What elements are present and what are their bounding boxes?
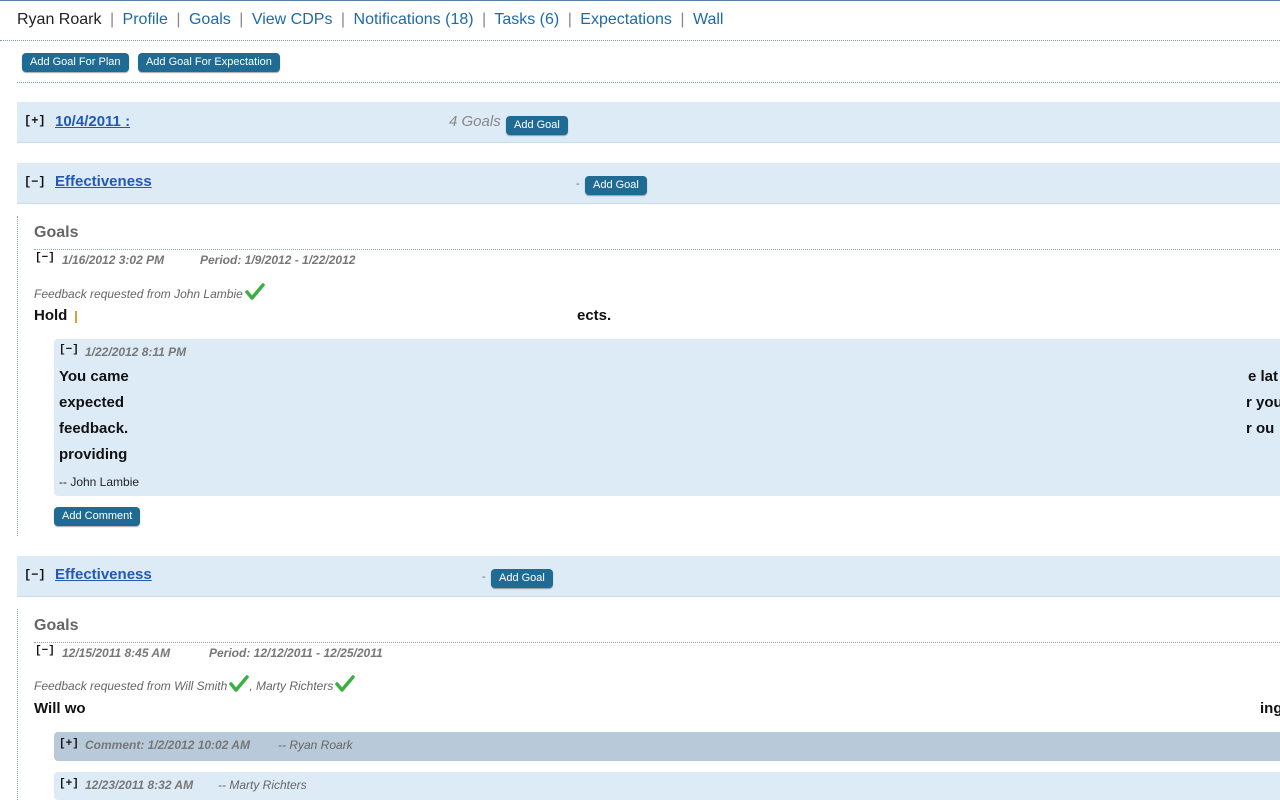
section-title: Goals: [34, 617, 79, 634]
feedback-requested: Feedback requested from John Lambie: [34, 283, 265, 301]
collapse-toggle[interactable]: [−]: [59, 344, 79, 356]
expand-toggle[interactable]: [+]: [24, 114, 46, 128]
section-divider: [34, 642, 1280, 643]
add-goal-button[interactable]: Add Goal: [491, 569, 553, 588]
goals-section: Goals [−] 1/16/2012 3:02 PM Period: 1/9/…: [17, 216, 1280, 536]
nav-separator: |: [176, 11, 181, 28]
nav-separator: |: [567, 11, 572, 28]
nav-separator: |: [482, 11, 487, 28]
check-icon: [335, 675, 356, 692]
comment-label: 12/23/2011 8:32 AM: [85, 778, 194, 792]
add-goal-for-plan-button[interactable]: Add Goal For Plan: [22, 53, 129, 72]
goal-text-end: ects.: [577, 307, 612, 324]
plan-group-header: [+] 10/4/2011 : 4 Goals Add Goal: [17, 102, 1280, 143]
comment-line-end: e lat: [1248, 368, 1279, 385]
expand-toggle[interactable]: [+]: [59, 778, 79, 790]
collapsed-comment[interactable]: [+] 12/23/2011 8:32 AM -- Marty Richters: [54, 772, 1280, 800]
user-name: Ryan Roark: [17, 11, 102, 28]
nav-separator: |: [239, 11, 244, 28]
goal-period: Period: 12/12/2011 - 12/25/2011: [209, 646, 383, 660]
comment-line: expected: [59, 394, 125, 411]
top-nav: Ryan Roark | Profile | Goals | View CDPs…: [0, 0, 1280, 41]
goal-text-start: Will wo: [34, 700, 86, 717]
goal-text-end: ing: [1260, 700, 1280, 717]
comment-author: -- John Lambie: [59, 475, 140, 489]
nav-link-view-cdps[interactable]: View CDPs: [252, 11, 333, 28]
collapse-toggle[interactable]: [−]: [35, 645, 55, 657]
comment-label: Comment: 1/2/2012 10:02 AM: [85, 738, 250, 752]
add-goal-button[interactable]: Add Goal: [506, 116, 568, 135]
divider: [17, 82, 1280, 83]
comment-line: You came: [59, 368, 129, 385]
add-goal-for-expectation-button[interactable]: Add Goal For Expectation: [137, 53, 280, 72]
expectation-group-header: [−] Effectiveness - Add Goal: [17, 556, 1280, 597]
comment-author: -- Marty Richters: [218, 778, 307, 792]
goal-count: 4 Goals: [449, 113, 501, 130]
comment-date: 1/22/2012 8:11 PM: [85, 345, 187, 359]
nav-separator: |: [340, 11, 346, 28]
comment-line: feedback.: [59, 420, 129, 437]
collapse-toggle[interactable]: [−]: [35, 252, 55, 264]
plan-group-link[interactable]: 10/4/2011 :: [55, 113, 130, 130]
expand-toggle[interactable]: [+]: [59, 738, 79, 750]
add-comment-button[interactable]: Add Comment: [54, 507, 141, 526]
action-row: Add Goal For Plan Add Goal For Expectati…: [22, 52, 285, 72]
feedback-text: Feedback requested from Will Smith: [34, 679, 228, 693]
collapse-toggle[interactable]: [−]: [24, 175, 46, 189]
goal-date: 12/15/2011 8:45 AM: [62, 646, 171, 660]
comment-box: [−] 1/22/2012 8:11 PM You came expected …: [54, 339, 1280, 496]
nav-link-expectations[interactable]: Expectations: [580, 11, 672, 28]
goal-period: Period: 1/9/2012 - 1/22/2012: [200, 253, 356, 267]
nav-link-goals[interactable]: Goals: [189, 11, 231, 28]
nav-link-notifications[interactable]: Notifications (18): [354, 11, 474, 28]
feedback-text-second: , Marty Richters: [249, 679, 334, 693]
goal-date: 1/16/2012 3:02 PM: [62, 253, 165, 267]
nav-link-wall[interactable]: Wall: [693, 11, 724, 28]
collapse-toggle[interactable]: [−]: [24, 568, 46, 582]
nav-link-tasks[interactable]: Tasks (6): [494, 11, 559, 28]
nav-separator: |: [680, 11, 685, 28]
expectation-group-header: [−] Effectiveness - Add Goal: [17, 163, 1280, 204]
feedback-requested: Feedback requested from Will Smith , Mart…: [34, 675, 356, 693]
comment-line-end: r you: [1246, 394, 1280, 411]
comment-line-end: r ou: [1246, 420, 1275, 437]
add-goal-button[interactable]: Add Goal: [585, 176, 647, 195]
feedback-text: Feedback requested from John Lambie: [34, 287, 243, 301]
separator-dash: -: [576, 178, 580, 190]
check-icon: [245, 283, 265, 300]
goal-text-start: Hold: [34, 307, 68, 324]
section-divider: [34, 249, 1280, 250]
expectation-group-link[interactable]: Effectiveness: [55, 173, 152, 190]
comment-author: -- Ryan Roark: [278, 738, 353, 752]
text-cursor-mark: [75, 311, 77, 323]
nav-link-profile[interactable]: Profile: [123, 11, 168, 28]
comment-line: providing: [59, 446, 128, 463]
check-icon: [229, 675, 250, 692]
collapsed-comment[interactable]: [+] Comment: 1/2/2012 10:02 AM -- Ryan R…: [54, 732, 1280, 761]
expectation-group-link[interactable]: Effectiveness: [55, 566, 152, 583]
goals-section: Goals [−] 12/15/2011 8:45 AM Period: 12/…: [17, 609, 1280, 800]
section-title: Goals: [34, 224, 79, 241]
nav-separator: |: [109, 11, 115, 28]
separator-dash: -: [482, 571, 486, 583]
